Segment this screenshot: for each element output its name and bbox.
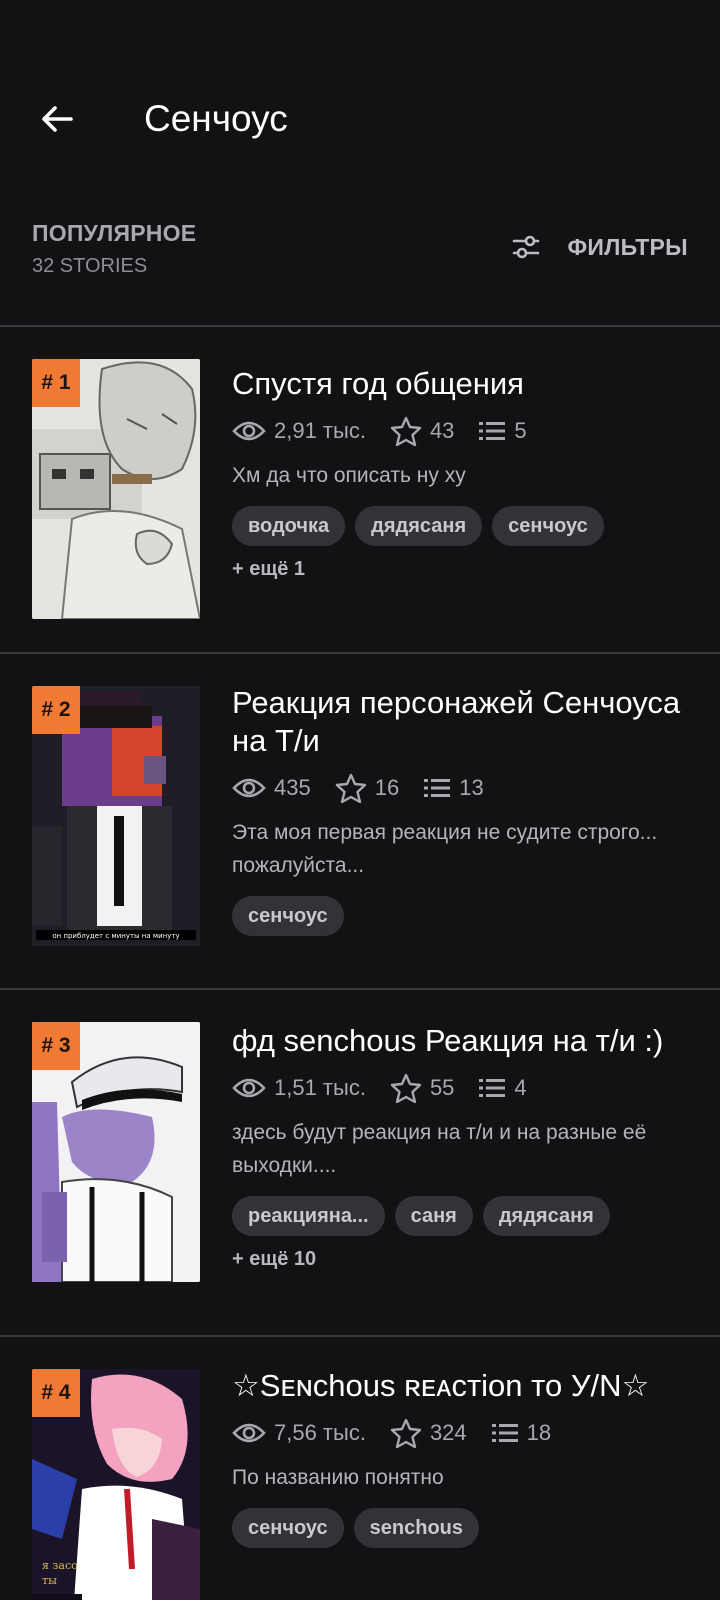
parts-stat: 13 <box>423 775 484 801</box>
story-item[interactable]: я засо ты # 4 ☆Sᴇɴchous ʀᴇᴀcтion то У/N☆… <box>0 1335 720 1600</box>
views-count: 1,51 тыс. <box>274 1075 366 1100</box>
list-icon <box>479 1079 506 1097</box>
story-title[interactable]: Спустя год общения <box>232 365 690 403</box>
views-stat: 7,56 тыс. <box>232 1420 366 1446</box>
story-description: здесь будут реакция на т/и и на разные е… <box>232 1121 647 1177</box>
story-cover-image[interactable]: # 3 <box>32 1022 200 1282</box>
tag-chip[interactable]: саня <box>394 1196 473 1236</box>
story-count: 32 STORIES <box>32 255 148 277</box>
story-cover-image[interactable]: # 1 <box>32 359 200 619</box>
story-item[interactable]: # 3 фд senchous Реакция на т/и :) 1,51 т… <box>0 988 720 1335</box>
parts-count: 4 <box>514 1075 527 1100</box>
rank-badge: # 4 <box>32 1369 80 1417</box>
tag-list: сенчоус senchous <box>232 1508 690 1548</box>
eye-icon <box>232 421 266 441</box>
story-item[interactable]: он приблудет с минуты на минуту # 2 Реак… <box>0 652 720 988</box>
story-cover-image[interactable]: он приблудет с минуты на минуту # 2 <box>32 686 200 946</box>
story-stats: 435 16 13 <box>232 770 690 806</box>
tag-list: реакцияна... саня дядясаня <box>232 1196 690 1236</box>
story-description: По названию понятно <box>232 1466 444 1489</box>
list-icon <box>479 422 506 440</box>
page-title: Сенчоус <box>144 98 288 139</box>
more-tags-link[interactable]: + ещё 10 <box>232 1248 690 1271</box>
tag-chip[interactable]: дядясаня <box>482 1196 610 1236</box>
tag-list: сенчоус <box>232 896 690 936</box>
parts-stat: 18 <box>491 1420 551 1446</box>
parts-stat: 5 <box>478 418 527 444</box>
filters-button[interactable]: ФИЛЬТРЫ <box>511 232 688 262</box>
views-count: 2,91 тыс. <box>274 418 366 443</box>
story-stats: 1,51 тыс. 55 4 <box>232 1070 690 1106</box>
votes-stat: 43 <box>390 416 454 446</box>
tag-chip[interactable]: водочка <box>232 506 346 546</box>
tag-chip[interactable]: реакцияна... <box>232 1196 385 1236</box>
filters-label: ФИЛЬТРЫ <box>567 233 688 260</box>
star-icon <box>390 1073 422 1103</box>
story-title[interactable]: Реакция персонажей Сенчоуса на Т/и <box>232 684 690 760</box>
more-tags-link[interactable]: + ещё 1 <box>232 558 690 581</box>
back-arrow-icon <box>42 106 73 132</box>
votes-count: 55 <box>429 1075 455 1100</box>
story-description: Хм да что описать ну ху <box>232 464 466 487</box>
story-title[interactable]: фд senchous Реакция на т/и :) <box>232 1022 690 1060</box>
sort-label: ПОПУЛЯРНОЕ <box>32 220 197 246</box>
story-cover-image[interactable]: я засо ты # 4 <box>32 1369 200 1600</box>
star-icon <box>390 416 422 446</box>
parts-stat: 4 <box>478 1075 527 1101</box>
tag-chip[interactable]: сенчоус <box>232 1508 344 1548</box>
views-stat: 435 <box>232 775 311 801</box>
views-stat: 2,91 тыс. <box>232 418 366 444</box>
sort-selector[interactable]: ПОПУЛЯРНОЕ 32 STORIES <box>32 220 196 278</box>
tag-list: водочка дядясаня сенчоус <box>232 506 690 546</box>
tag-chip[interactable]: сенчоус <box>492 506 604 546</box>
star-icon <box>390 1418 422 1448</box>
top-bar: Сенчоус <box>0 0 720 250</box>
parts-count: 13 <box>459 775 484 800</box>
story-stats: 2,91 тыс. 43 5 <box>232 413 690 449</box>
story-title[interactable]: ☆Sᴇɴchous ʀᴇᴀcтion то У/N☆ <box>232 1367 690 1405</box>
tag-chip[interactable]: senchous <box>353 1508 479 1548</box>
parts-count: 5 <box>514 418 527 443</box>
list-icon <box>424 779 451 797</box>
story-item[interactable]: # 1 Спустя год общения 2,91 тыс. 43 5 Хм… <box>0 325 720 652</box>
list-icon <box>491 1424 518 1442</box>
svg-text:ты: ты <box>42 1574 57 1587</box>
star-icon <box>335 773 366 803</box>
views-count: 7,56 тыс. <box>274 1420 366 1445</box>
votes-stat: 55 <box>390 1073 454 1103</box>
tag-chip[interactable]: сенчоус <box>232 896 344 936</box>
votes-count: 324 <box>429 1420 467 1445</box>
svg-text:я засо: я засо <box>42 1559 78 1572</box>
votes-count: 43 <box>429 418 455 443</box>
votes-count: 16 <box>374 775 400 800</box>
parts-count: 18 <box>526 1420 552 1445</box>
rank-badge: # 3 <box>32 1022 80 1070</box>
sliders-icon <box>511 232 541 262</box>
eye-icon <box>232 778 266 798</box>
votes-stat: 16 <box>335 773 399 803</box>
eye-icon <box>232 1078 266 1098</box>
rank-badge: # 2 <box>32 686 80 734</box>
views-stat: 1,51 тыс. <box>232 1075 366 1101</box>
views-count: 435 <box>274 775 311 800</box>
back-button[interactable] <box>34 96 80 142</box>
svg-text:он приблудет с минуты на минут: он приблудет с минуты на минуту <box>52 932 179 940</box>
eye-icon <box>232 1423 266 1443</box>
votes-stat: 324 <box>390 1418 467 1448</box>
rank-badge: # 1 <box>32 359 80 407</box>
tag-chip[interactable]: дядясаня <box>355 506 483 546</box>
story-description: Эта моя первая реакция не судите строго.… <box>232 821 658 877</box>
story-stats: 7,56 тыс. 324 18 <box>232 1415 690 1451</box>
